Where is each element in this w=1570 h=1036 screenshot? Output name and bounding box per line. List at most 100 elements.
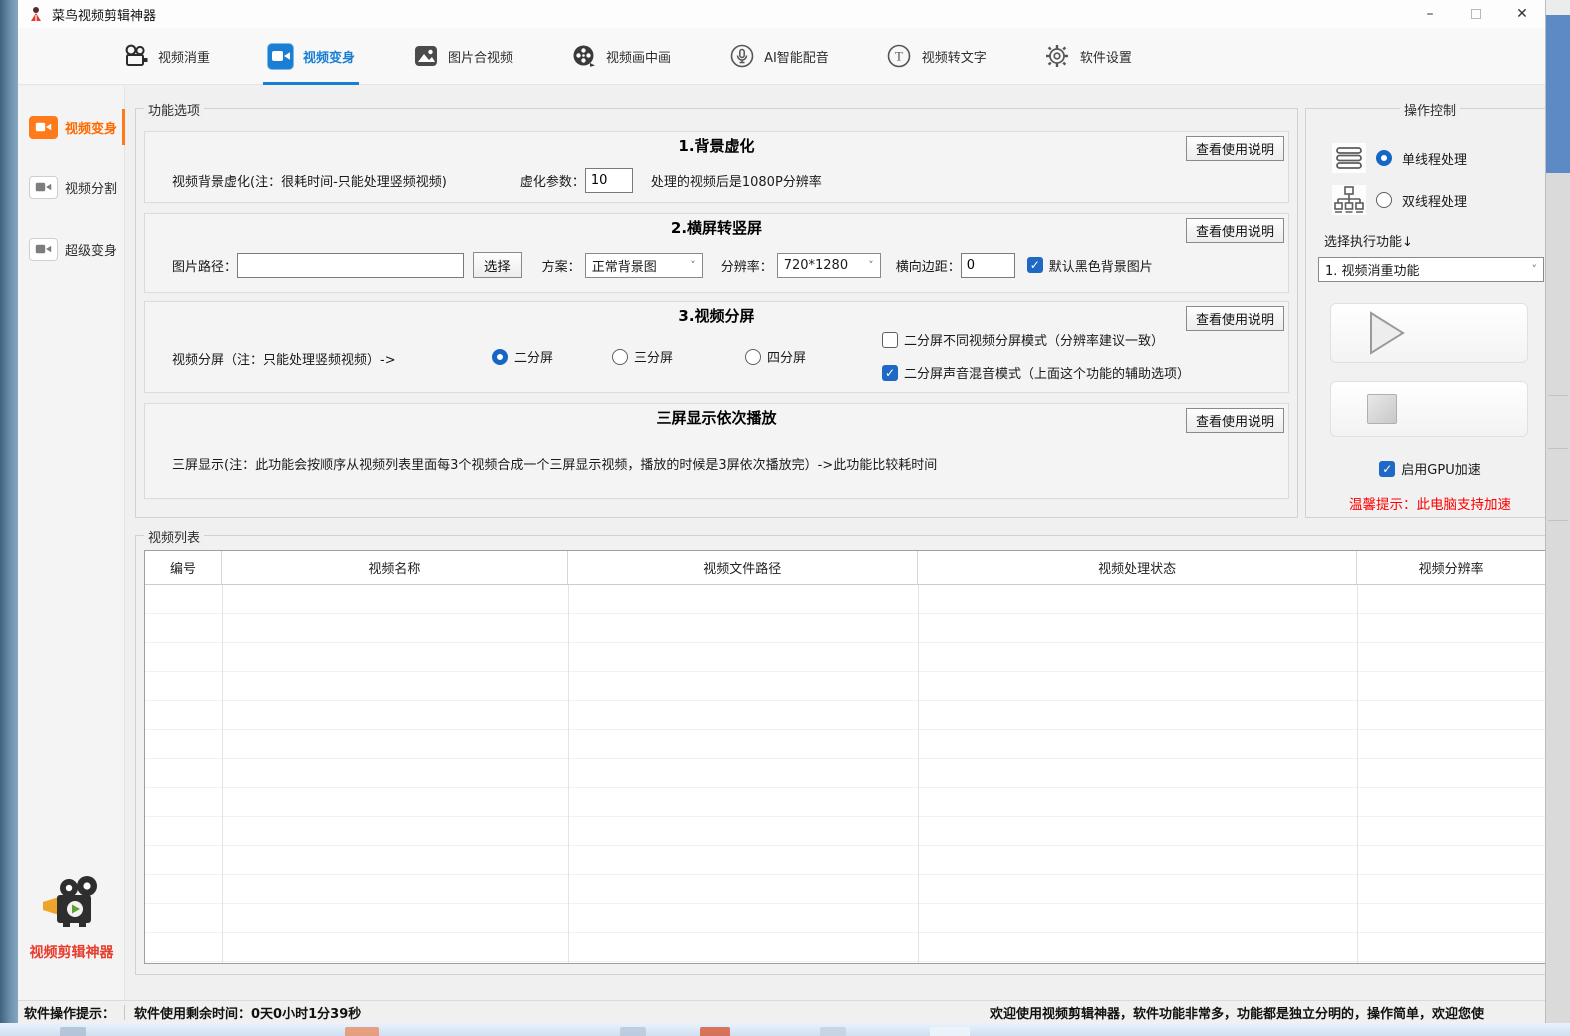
section-title: 三屏显示依次播放 xyxy=(145,404,1288,428)
sidebar-item-super-transform[interactable]: 超级变身 xyxy=(18,228,125,270)
tab-label: 软件设置 xyxy=(1080,47,1132,66)
scheme-value: 正常背景图 xyxy=(592,256,657,275)
film-reel-icon xyxy=(570,43,597,70)
tab-label: 视频消重 xyxy=(158,47,210,66)
sidebar-item-video-transform[interactable]: 视频变身 xyxy=(18,106,125,148)
taskbar-sliver xyxy=(0,1023,1570,1036)
titlebar: 菜鸟视频剪辑神器 – ✕ xyxy=(18,0,1545,28)
close-button[interactable]: ✕ xyxy=(1499,0,1545,28)
sidebar-item-label: 视频分割 xyxy=(65,178,117,197)
movie-camera-icon xyxy=(122,43,149,70)
tab-label: 视频转文字 xyxy=(922,47,987,66)
single-thread-radio[interactable] xyxy=(1376,150,1392,166)
single-thread-icon xyxy=(1332,143,1366,173)
panel-title: 视频列表 xyxy=(144,527,204,546)
help-button[interactable]: 查看使用说明 xyxy=(1186,218,1284,243)
video-camera-icon xyxy=(29,176,58,199)
help-button[interactable]: 查看使用说明 xyxy=(1186,408,1284,433)
help-button[interactable]: 查看使用说明 xyxy=(1186,306,1284,331)
resolution-dropdown[interactable]: 720*1280 ˅ xyxy=(777,253,881,278)
video-camera-icon xyxy=(29,116,58,139)
tab-image-to-video[interactable]: 图片合视频 xyxy=(412,28,513,85)
sidebar-item-label: 视频变身 xyxy=(65,118,117,137)
two-split-radio[interactable] xyxy=(492,349,508,365)
choose-button[interactable]: 选择 xyxy=(473,252,522,278)
section-horizontal-to-vertical: 2.横屏转竖屏 查看使用说明 图片路径： 选择 方案： 正常背景图 ˅ 分辨率：… xyxy=(144,213,1289,293)
sidebar-item-label: 超级变身 xyxy=(65,240,117,259)
window-title: 菜鸟视频剪辑神器 xyxy=(52,5,156,24)
dual-thread-radio[interactable] xyxy=(1376,192,1392,208)
scheme-label: 方案： xyxy=(542,256,581,275)
margin-input[interactable] xyxy=(961,253,1015,278)
text-icon: T xyxy=(886,43,913,70)
start-button[interactable] xyxy=(1330,303,1528,363)
help-button[interactable]: 查看使用说明 xyxy=(1186,136,1284,161)
desktop-background-strip xyxy=(0,0,18,1036)
column-header-status[interactable]: 视频处理状态 xyxy=(918,551,1358,584)
stop-icon xyxy=(1367,394,1397,424)
column-header-path[interactable]: 视频文件路径 xyxy=(568,551,918,584)
audio-mix-mode-checkbox[interactable]: ✓ xyxy=(882,365,898,381)
gpu-row: ✓ 启用GPU加速 xyxy=(1306,459,1546,478)
column-header-name[interactable]: 视频名称 xyxy=(222,551,568,584)
blur-description: 视频背景虚化(注：很耗时间-只能处理竖频视频) xyxy=(172,171,447,190)
sidebar: 视频变身 视频分割 超级变身 xyxy=(18,86,125,1023)
column-header-resolution[interactable]: 视频分辨率 xyxy=(1357,551,1545,584)
tab-video-to-text[interactable]: T 视频转文字 xyxy=(886,28,987,85)
function-dropdown[interactable]: 1. 视频消重功能 ˅ xyxy=(1318,257,1544,282)
operation-control-panel: 操作控制 单线程处理 双线程处理 选择执行功能↓ 1. 视频消重功能 ˅ xyxy=(1305,108,1546,518)
tab-video-dedupe[interactable]: 视频消重 xyxy=(122,28,210,85)
tab-settings[interactable]: 软件设置 xyxy=(1044,28,1132,85)
section-title: 3.视频分屏 xyxy=(145,302,1288,326)
dual-thread-label: 双线程处理 xyxy=(1402,191,1467,210)
tab-label: 图片合视频 xyxy=(448,47,513,66)
image-path-label: 图片路径： xyxy=(172,256,237,275)
video-table-header: 编号 视频名称 视频文件路径 视频处理状态 视频分辨率 xyxy=(145,551,1545,585)
blur-note: 处理的视频后是1080P分辨率 xyxy=(651,171,822,190)
stop-button[interactable] xyxy=(1330,381,1528,437)
dual-thread-icon xyxy=(1332,185,1366,215)
gpu-tip-text: 温馨提示：此电脑支持加速 xyxy=(1306,493,1546,513)
tab-label: AI智能配音 xyxy=(764,47,829,66)
different-video-mode-checkbox[interactable] xyxy=(882,332,898,348)
black-background-checkbox[interactable]: ✓ xyxy=(1027,257,1043,273)
picture-icon xyxy=(412,43,439,70)
chevron-down-icon: ˅ xyxy=(1532,263,1538,276)
app-logo: 视频剪辑神器 xyxy=(18,876,125,962)
tab-ai-voiceover[interactable]: AI智能配音 xyxy=(728,28,829,85)
single-thread-row: 单线程处理 xyxy=(1332,143,1467,173)
three-split-label: 三分屏 xyxy=(634,347,673,366)
three-split-radio[interactable] xyxy=(612,349,628,365)
close-icon: ✕ xyxy=(1516,6,1528,22)
function-dropdown-value: 1. 视频消重功能 xyxy=(1325,260,1420,279)
scheme-dropdown[interactable]: 正常背景图 ˅ xyxy=(585,253,703,278)
dual-thread-row: 双线程处理 xyxy=(1332,185,1467,215)
welcome-text: 欢迎使用视频剪辑神器，软件功能非常多，功能都是独立分明的，操作简单，欢迎您使 xyxy=(990,1003,1484,1022)
logo-text: 视频剪辑神器 xyxy=(18,942,125,962)
sidebar-item-video-split[interactable]: 视频分割 xyxy=(18,166,125,208)
different-video-mode-label: 二分屏不同视频分屏模式（分辨率建议一致） xyxy=(904,330,1164,349)
maximize-button[interactable] xyxy=(1453,0,1499,28)
tab-picture-in-picture[interactable]: 视频画中画 xyxy=(570,28,671,85)
column-header-number[interactable]: 编号 xyxy=(145,551,222,584)
four-split-radio[interactable] xyxy=(745,349,761,365)
gpu-checkbox[interactable]: ✓ xyxy=(1379,461,1395,477)
minimize-icon: – xyxy=(1427,6,1434,22)
video-list-panel: 视频列表 编号 视频名称 视频文件路径 视频处理状态 视频分辨率 xyxy=(135,535,1546,975)
chevron-down-icon: ˅ xyxy=(690,259,696,272)
resolution-label: 分辨率： xyxy=(721,256,773,275)
tab-label: 视频画中画 xyxy=(606,47,671,66)
gear-icon xyxy=(1044,43,1071,70)
two-split-label: 二分屏 xyxy=(514,347,553,366)
tab-video-transform[interactable]: 视频变身 xyxy=(267,28,355,85)
main-nav: 视频消重 视频变身 图片合视频 视频画中画 AI智能配音 xyxy=(18,28,1545,85)
status-label: 软件操作提示： xyxy=(18,1003,115,1022)
blur-param-input[interactable] xyxy=(585,168,633,193)
play-icon xyxy=(1367,311,1407,355)
single-thread-label: 单线程处理 xyxy=(1402,149,1467,168)
minimize-button[interactable]: – xyxy=(1407,0,1453,28)
svg-text:T: T xyxy=(895,49,903,64)
image-path-input[interactable] xyxy=(237,253,464,278)
video-table[interactable]: 编号 视频名称 视频文件路径 视频处理状态 视频分辨率 xyxy=(144,550,1546,964)
panel-title: 功能选项 xyxy=(144,100,204,119)
